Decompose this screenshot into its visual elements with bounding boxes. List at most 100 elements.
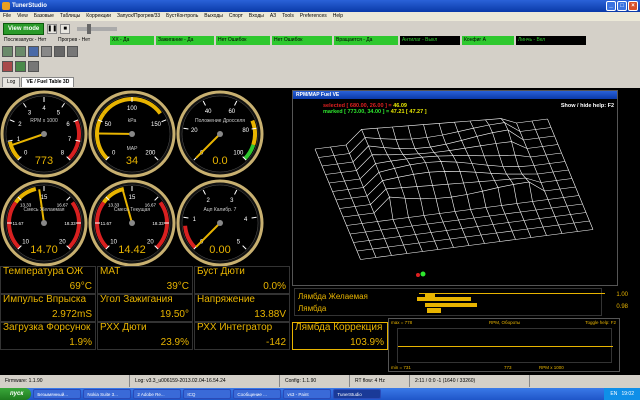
menu-bar: File View Базовые Таблицы Коррекции Запуск/Пр… bbox=[0, 12, 640, 21]
wrench-icon[interactable] bbox=[28, 61, 39, 72]
status-indicator: Послезапуск - Нет bbox=[2, 36, 54, 45]
ve-mesh-plot[interactable] bbox=[293, 99, 619, 279]
readout-value: 1.9% bbox=[69, 337, 92, 348]
menu-item[interactable]: Запуск/Прогрев/33 bbox=[117, 12, 160, 21]
gauge-tick: 50 bbox=[105, 122, 112, 128]
clock: 19:02 bbox=[621, 391, 634, 397]
rpm-history-graph[interactable]: max = 778 RPM, Обороты Toggle help: F2 m… bbox=[388, 318, 620, 372]
mesh-line bbox=[547, 118, 594, 230]
gauge-needle bbox=[97, 132, 133, 135]
edit-icon[interactable] bbox=[67, 46, 78, 57]
gauge: 050100150200kPaMAP34 bbox=[88, 90, 176, 178]
record-icon[interactable] bbox=[2, 61, 13, 72]
readout-3: Импульс Впрыска 2.972mS bbox=[0, 294, 96, 322]
gauge: 012345Ацп Калибр. 70.00 bbox=[176, 179, 264, 266]
lambda-target-value: 1.00 bbox=[616, 292, 628, 298]
ve-table-title: RPM/MAP Fuel VE bbox=[293, 91, 617, 99]
start-button[interactable]: пуск bbox=[0, 388, 32, 400]
taskbar-item[interactable]: Сообщение ... bbox=[233, 389, 282, 399]
taskbar-item[interactable]: ICQ bbox=[183, 389, 232, 399]
ve-table-3d-panel[interactable]: RPM/MAP Fuel VE selected [ 680.00, 26.00… bbox=[292, 90, 618, 286]
menu-item[interactable]: АЗ bbox=[270, 12, 276, 21]
toolbar: View mode ❚❚ ■ bbox=[0, 21, 640, 36]
close-button[interactable]: × bbox=[628, 1, 638, 11]
stop-icon[interactable]: ■ bbox=[60, 23, 71, 34]
mesh-line bbox=[345, 144, 392, 256]
status-indicator: Прогрев - Нет bbox=[56, 36, 108, 45]
menu-item[interactable]: File bbox=[3, 12, 11, 21]
view-mode-button[interactable]: View mode bbox=[3, 22, 45, 35]
settings-icon[interactable] bbox=[2, 46, 13, 57]
taskbar-item[interactable]: vs3 - Paint bbox=[283, 389, 332, 399]
pause-icon[interactable]: ❚❚ bbox=[47, 23, 57, 34]
gauge-tick: 20 bbox=[147, 239, 154, 245]
tab-ve-table[interactable]: VE / Fuel Table 3D bbox=[21, 77, 75, 87]
gauge-tick: 18.33 bbox=[64, 221, 76, 226]
lang-indicator[interactable]: EN bbox=[610, 391, 617, 397]
menu-item[interactable]: Tools bbox=[282, 12, 294, 21]
gauge-title: Положение Дросселя bbox=[195, 118, 245, 124]
mesh-line bbox=[376, 128, 423, 252]
readout-label: Загрузка Форсунок bbox=[3, 323, 91, 333]
gauge-icon[interactable] bbox=[15, 61, 26, 72]
menu-item[interactable]: Базовые bbox=[34, 12, 54, 21]
menu-item[interactable]: БустКонтроль bbox=[166, 12, 198, 21]
chart-icon[interactable] bbox=[41, 46, 52, 57]
window-titlebar: TunerStudio _ □ × bbox=[0, 0, 640, 12]
status-indicator: Нет Ошибок bbox=[216, 36, 270, 45]
menu-item[interactable]: Коррекции bbox=[86, 12, 111, 21]
mesh-line bbox=[392, 126, 439, 250]
minimize-button[interactable]: _ bbox=[606, 1, 616, 11]
playback-slider[interactable] bbox=[77, 23, 118, 34]
taskbar: пуск Безымянный... Nokia Suite 3... 2 Adob… bbox=[0, 388, 640, 400]
gauge-value: 14.42 bbox=[118, 244, 146, 256]
menu-item[interactable]: Таблицы bbox=[60, 12, 80, 21]
taskbar-item[interactable]: Nokia Suite 3... bbox=[83, 389, 132, 399]
gauge-tick: 20 bbox=[191, 128, 198, 134]
readout-8: РХХ Интегратор -142 bbox=[194, 322, 290, 350]
gauge-value: 773 bbox=[35, 155, 53, 167]
menu-item[interactable]: Выходы bbox=[204, 12, 223, 21]
mesh-line bbox=[360, 229, 594, 260]
maximize-button[interactable]: □ bbox=[617, 1, 627, 11]
status-indicator: Зажигание - Да bbox=[156, 36, 214, 45]
mesh-line bbox=[500, 118, 547, 236]
readout-label: РХХ Интегратор bbox=[197, 323, 273, 333]
lambda-actual-value: 0.98 bbox=[616, 304, 628, 310]
readout-label: Угол Зажигания bbox=[100, 295, 173, 305]
readout-value: 103.9% bbox=[350, 337, 384, 348]
menu-item[interactable]: Спорт bbox=[229, 12, 243, 21]
gauge-value: 0.00 bbox=[209, 244, 230, 256]
taskbar-item[interactable]: 2 Adobe Re... bbox=[133, 389, 182, 399]
log-icon[interactable] bbox=[54, 46, 65, 57]
tune-icon[interactable] bbox=[28, 46, 39, 57]
taskbar-item[interactable]: TunerStudio bbox=[333, 389, 382, 399]
system-tray: EN 19:02 bbox=[604, 388, 640, 400]
menu-item[interactable]: View bbox=[17, 12, 28, 21]
tool-icons-row bbox=[2, 46, 78, 58]
mesh-line bbox=[356, 220, 590, 252]
readout-2: Буст Дюти 0.0% bbox=[194, 266, 290, 294]
mesh-line bbox=[346, 195, 580, 226]
readout-label: Напряжение bbox=[197, 295, 255, 305]
menu-item[interactable]: Preferences bbox=[300, 12, 327, 21]
menu-item[interactable]: Help bbox=[333, 12, 343, 21]
tab-log[interactable]: Log bbox=[2, 77, 21, 87]
readout-value: 2.972mS bbox=[51, 309, 92, 320]
table-icon[interactable] bbox=[15, 46, 26, 57]
gauge-tick: 40 bbox=[205, 109, 212, 115]
menu-item[interactable]: Входы bbox=[249, 12, 264, 21]
taskbar-item[interactable]: Безымянный... bbox=[33, 389, 82, 399]
readout-4: Угол Зажигания 19.50° bbox=[97, 294, 193, 322]
graph-current: 773 bbox=[504, 365, 512, 370]
tab-bar: Log VE / Fuel Table 3D bbox=[0, 77, 640, 87]
app-icon bbox=[2, 2, 10, 10]
readout-5: Напряжение 13.88V bbox=[194, 294, 290, 322]
gauge-tick: 11.67 bbox=[13, 221, 24, 226]
gauge-tick: 15 bbox=[129, 195, 136, 201]
lambda-target-label: Лямбда Желаемая bbox=[298, 292, 368, 301]
tool-icons-row-2 bbox=[2, 61, 39, 73]
marked-point bbox=[420, 271, 426, 277]
readout-label: МАТ bbox=[100, 267, 121, 277]
rpm-trace bbox=[398, 346, 613, 347]
